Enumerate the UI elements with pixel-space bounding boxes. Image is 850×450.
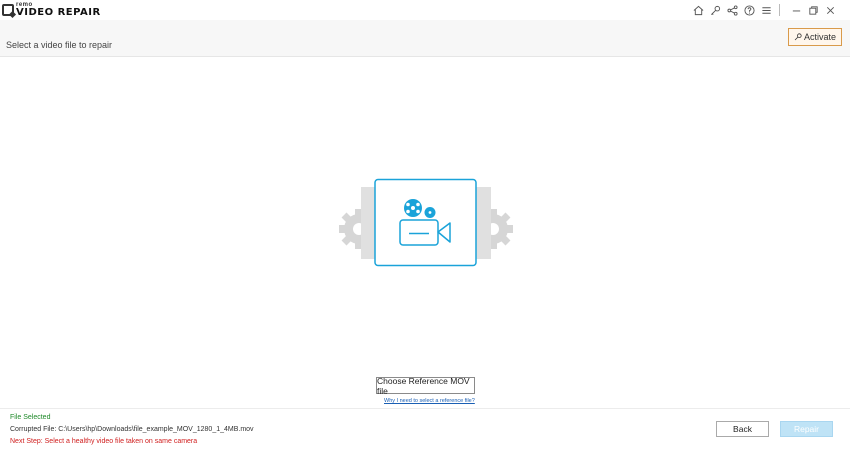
page-header: Select a video file to repair Activate	[0, 20, 850, 57]
title-bar: remo VIDEO REPAIR	[0, 0, 850, 20]
minimize-icon[interactable]	[788, 2, 804, 18]
key-icon	[794, 33, 802, 41]
repair-button[interactable]: Repair	[780, 421, 833, 437]
restore-icon[interactable]	[805, 2, 821, 18]
reference-help-link[interactable]: Why I need to select a reference file?	[384, 398, 475, 404]
corrupted-file-path: Corrupted File: C:\Users\hp\Downloads\fi…	[10, 426, 254, 433]
share-icon[interactable]	[724, 2, 740, 18]
activate-button[interactable]: Activate	[788, 28, 842, 46]
home-icon[interactable]	[690, 2, 706, 18]
app-logo: remo VIDEO REPAIR	[2, 2, 101, 18]
close-icon[interactable]	[822, 2, 838, 18]
back-button[interactable]: Back	[716, 421, 769, 437]
title-bar-separator	[779, 4, 780, 16]
activate-label: Activate	[803, 32, 836, 42]
menu-icon[interactable]	[758, 2, 774, 18]
key-icon[interactable]	[707, 2, 723, 18]
choose-reference-button[interactable]: Choose Reference MOV file	[376, 376, 475, 396]
video-repair-illustration	[339, 178, 513, 267]
status-footer: File Selected Corrupted File: C:\Users\h…	[0, 408, 850, 450]
title-bar-actions	[689, 2, 838, 18]
logo-mark-icon	[2, 4, 14, 16]
window-controls	[787, 2, 838, 18]
page-title: Select a video file to repair	[6, 40, 113, 50]
logo-big-text: VIDEO REPAIR	[16, 7, 101, 18]
file-selected-status: File Selected	[10, 414, 51, 421]
help-icon[interactable]	[741, 2, 757, 18]
next-step-hint: Next Step: Select a healthy video file t…	[10, 438, 198, 445]
